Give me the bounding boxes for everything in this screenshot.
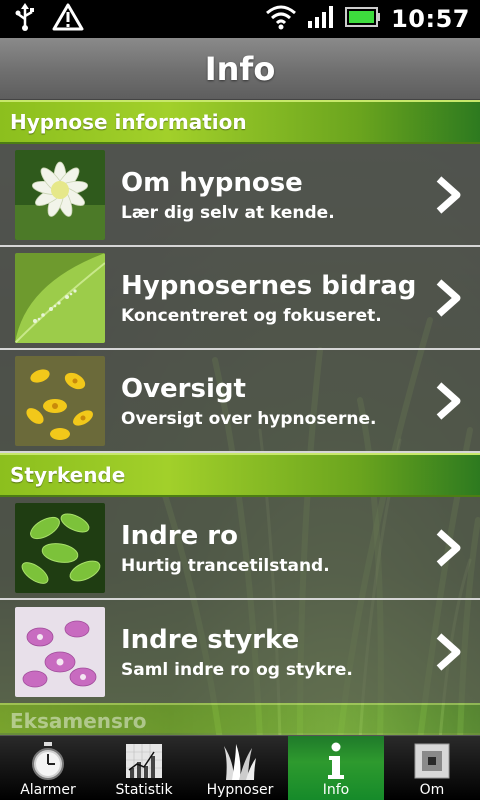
item-title: Indre styrke: [121, 624, 300, 655]
tab-om[interactable]: Om: [384, 736, 480, 800]
tab-info[interactable]: Info: [288, 736, 384, 800]
item-subtitle: Hurtig trancetilstand.: [121, 555, 330, 576]
tab-alarmer[interactable]: Alarmer: [0, 736, 96, 800]
section-header-styrkende: Styrkende: [0, 453, 480, 497]
list-item-indre-styrke[interactable]: Indre styrke Saml indre ro og stykre.: [0, 600, 480, 703]
usb-icon: [14, 3, 36, 35]
grass-icon: [222, 740, 258, 782]
item-subtitle: Koncentreret og fokuseret.: [121, 305, 382, 326]
green-leaves-image: [15, 502, 105, 593]
section-title: Styrkende: [10, 463, 126, 487]
item-title: Indre ro: [121, 520, 238, 551]
tab-label: Statistik: [115, 782, 173, 798]
status-bar: 10:57: [0, 0, 480, 38]
tab-label: Hypnoser: [206, 782, 274, 798]
tab-label: Alarmer: [20, 782, 76, 798]
white-flower-image: [15, 149, 105, 240]
content-list[interactable]: Hypnose information Om hypnose Lær dig s…: [0, 100, 480, 735]
chevron-right-icon: [426, 381, 470, 421]
item-subtitle: Saml indre ro og stykre.: [121, 659, 353, 680]
page-title: Info: [204, 49, 276, 88]
chevron-right-icon: [426, 175, 470, 215]
chart-icon: [124, 740, 164, 782]
list-item-oversigt[interactable]: Oversigt Oversigt over hypnoserne.: [0, 350, 480, 453]
green-leaf-image: [15, 252, 105, 343]
item-subtitle: Lær dig selv at kende.: [121, 202, 335, 223]
item-title: Hypnosernes bidrag: [121, 270, 417, 301]
tab-hypnoser[interactable]: Hypnoser: [192, 736, 288, 800]
section-title: Eksamensro: [10, 709, 147, 733]
list-item-hypnosernes-bidrag[interactable]: Hypnosernes bidrag Koncentreret og fokus…: [0, 247, 480, 350]
info-icon: [324, 740, 348, 782]
orchid-image: [15, 606, 105, 697]
chevron-right-icon: [426, 278, 470, 318]
item-title: Om hypnose: [121, 167, 303, 198]
item-title: Oversigt: [121, 373, 246, 404]
item-subtitle: Oversigt over hypnoserne.: [121, 408, 377, 429]
section-title: Hypnose information: [10, 110, 247, 134]
square-icon: [414, 740, 450, 782]
clock-time: 10:57: [391, 5, 470, 33]
list-item-om-hypnose[interactable]: Om hypnose Lær dig selv at kende.: [0, 144, 480, 247]
tab-statistik[interactable]: Statistik: [96, 736, 192, 800]
tab-label: Om: [419, 782, 445, 798]
bottom-tab-bar: Alarmer Statistik Hypnoser Info Om: [0, 735, 480, 800]
section-header-eksamensro: Eksamensro: [0, 703, 480, 733]
wifi-icon: [265, 4, 297, 34]
chevron-right-icon: [426, 528, 470, 568]
yellow-flower-image: [15, 355, 105, 446]
warning-icon: [52, 3, 84, 35]
chevron-right-icon: [426, 632, 470, 672]
signal-icon: [307, 5, 335, 33]
stopwatch-icon: [30, 740, 66, 782]
title-bar: Info: [0, 38, 480, 100]
tab-label: Info: [322, 782, 350, 798]
battery-icon: [345, 6, 381, 32]
section-header-hypnose-information: Hypnose information: [0, 100, 480, 144]
list-item-indre-ro[interactable]: Indre ro Hurtig trancetilstand.: [0, 497, 480, 600]
